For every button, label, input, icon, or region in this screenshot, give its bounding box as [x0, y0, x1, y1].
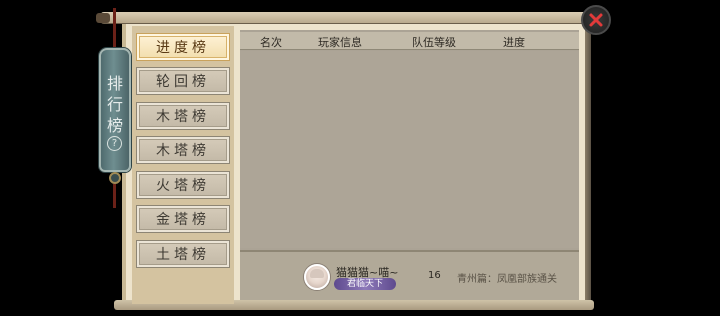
tab-fire-tower[interactable]: 火塔榜: [136, 171, 230, 199]
tab-reincarnation[interactable]: 轮回榜: [136, 67, 230, 95]
tab-label: 木塔榜: [156, 109, 210, 125]
header-progress: 进度: [503, 36, 525, 49]
player-avatar[interactable]: [304, 264, 330, 290]
tab-label: 进度榜: [156, 40, 210, 56]
scroll-rod-cap: [96, 13, 110, 23]
player-progress: 青州篇：凤凰部族通关: [457, 274, 557, 285]
player-team-level: 16: [428, 270, 441, 281]
help-icon[interactable]: ?: [107, 136, 122, 151]
scroll-rail: [585, 22, 591, 304]
scroll-top-rod: [96, 12, 596, 24]
tab-wood-tower[interactable]: 木塔榜: [136, 102, 230, 130]
tab-progress[interactable]: 进度榜: [136, 33, 230, 61]
plaque-ring: [109, 172, 121, 184]
plaque-char: 榜: [106, 116, 123, 135]
tab-label: 木塔榜: [156, 143, 210, 159]
tab-metal-tower[interactable]: 金塔榜: [136, 205, 230, 233]
header-player-info: 玩家信息: [318, 36, 362, 49]
header-team-level: 队伍等级: [412, 36, 456, 49]
close-icon: [589, 13, 603, 27]
header-rank: 名次: [260, 36, 282, 49]
tab-earth-tower[interactable]: 土塔榜: [136, 240, 230, 268]
table-header: 名次 玩家信息 队伍等级 进度: [240, 32, 579, 50]
tab-wood-tower-2[interactable]: 木塔榜: [136, 136, 230, 164]
tab-label: 金塔榜: [156, 212, 210, 228]
avatar-hair: [310, 269, 324, 278]
tab-label: 轮回榜: [156, 74, 210, 90]
plaque-tassel: [113, 184, 116, 208]
close-button[interactable]: [581, 5, 611, 35]
tab-label: 土塔榜: [156, 247, 210, 263]
ranking-list[interactable]: [240, 51, 579, 248]
player-title-badge: 君临天下: [334, 278, 396, 290]
tab-label: 火塔榜: [156, 178, 210, 194]
